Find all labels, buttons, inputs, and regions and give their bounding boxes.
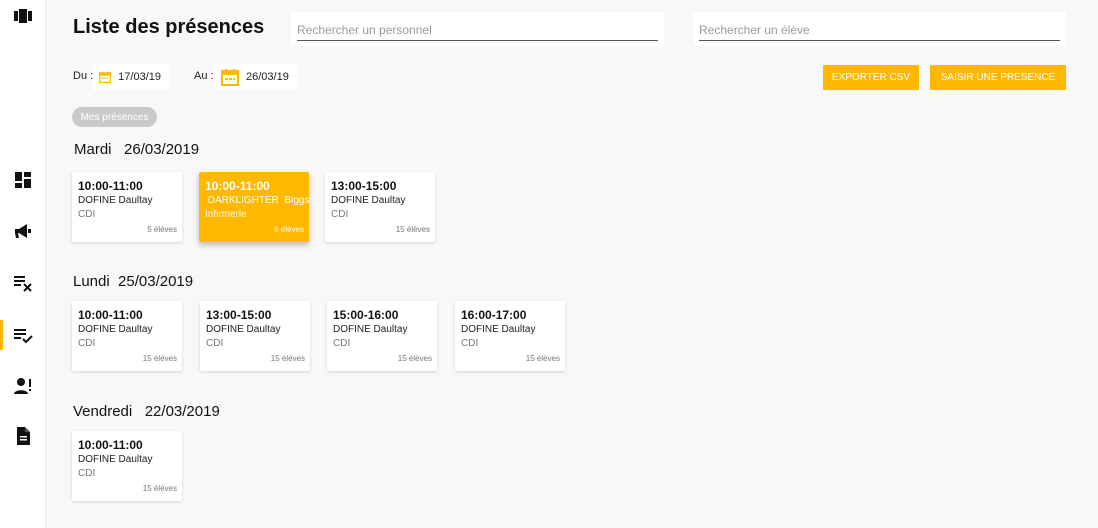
card-name: DARKLIGHTER Biggs (205, 195, 310, 206)
card-time: 13:00-15:00 (206, 308, 272, 322)
personnel-search-input[interactable] (297, 20, 658, 41)
card-count: 15 élèves (395, 225, 430, 234)
card-time: 10:00-11:00 (205, 179, 270, 193)
presence-card[interactable]: 10:00-11:00 DOFINE Daultay CDI 15 élèves (72, 301, 182, 371)
from-date-label: Du : (73, 70, 94, 82)
from-date-value: 17/03/19 (118, 71, 161, 83)
card-count: 15 élèves (142, 484, 177, 493)
card-name: DOFINE Daultay (333, 324, 408, 335)
presence-card[interactable]: 15:00-16:00 DOFINE Daultay CDI 15 élèves (327, 301, 437, 371)
document-icon[interactable] (0, 420, 45, 452)
card-time: 10:00-11:00 (78, 308, 143, 322)
to-date-picker[interactable]: 26/03/19 (215, 64, 297, 90)
card-count: 15 élèves (525, 354, 560, 363)
presence-card-highlighted[interactable]: 10:00-11:00 DARKLIGHTER Biggs Infirmerie… (199, 172, 309, 242)
day-title: Mardi 26/03/2019 (74, 141, 200, 158)
add-presence-button[interactable]: SAISIR UNE PRESENCE (930, 65, 1066, 90)
card-time: 10:00-11:00 (78, 179, 143, 193)
calendar-icon (99, 71, 112, 84)
card-name: DOFINE Daultay (78, 454, 153, 465)
day-title: Vendredi 22/03/2019 (73, 403, 220, 420)
card-place: CDI (331, 209, 349, 220)
calendar-icon (221, 69, 239, 86)
card-count: 15 élèves (397, 354, 432, 363)
card-count: 5 élèves (147, 225, 177, 234)
card-time: 13:00-15:00 (331, 179, 397, 193)
to-date-value: 26/03/19 (246, 71, 289, 83)
card-place: CDI (78, 468, 96, 479)
card-place: Infirmerie (205, 209, 247, 220)
to-date-label: Au : (194, 70, 214, 82)
card-time: 16:00-17:00 (461, 308, 527, 322)
card-name: DOFINE Daultay (461, 324, 536, 335)
presence-card[interactable]: 10:00-11:00 DOFINE Daultay CDI 15 élèves (72, 431, 182, 501)
day-title: Lundi 25/03/2019 (73, 273, 194, 290)
card-time: 10:00-11:00 (78, 438, 143, 452)
page-title: Liste des présences (73, 16, 265, 38)
card-place: CDI (78, 338, 96, 349)
card-count: 6 élèves (274, 225, 304, 234)
presence-card[interactable]: 13:00-15:00 DOFINE Daultay CDI 15 élèves (325, 172, 435, 242)
presence-card[interactable]: 13:00-15:00 DOFINE Daultay CDI 15 élèves (200, 301, 310, 371)
presence-card[interactable]: 16:00-17:00 DOFINE Daultay CDI 15 élèves (455, 301, 565, 371)
dashboard-icon[interactable] (0, 164, 45, 196)
card-place: CDI (206, 338, 224, 349)
card-place: CDI (78, 209, 96, 220)
card-place: CDI (461, 338, 479, 349)
megaphone-icon[interactable] (0, 215, 45, 247)
list-remove-icon[interactable] (0, 266, 45, 298)
list-check-icon[interactable] (0, 319, 45, 351)
card-count: 15 élèves (142, 354, 177, 363)
card-time: 15:00-16:00 (333, 308, 399, 322)
sidebar (0, 0, 46, 528)
presence-card[interactable]: 10:00-11:00 DOFINE Daultay CDI 5 élèves (72, 172, 182, 242)
export-csv-button[interactable]: EXPORTER CSV (823, 65, 919, 90)
eleve-search (693, 12, 1066, 46)
card-place: CDI (333, 338, 351, 349)
logo-icon[interactable] (0, 0, 45, 32)
my-presences-chip[interactable]: Mes présences (72, 107, 157, 127)
personnel-search (291, 12, 664, 46)
card-name: DOFINE Daultay (78, 324, 153, 335)
person-alert-icon[interactable] (0, 370, 45, 402)
card-name: DOFINE Daultay (331, 195, 406, 206)
eleve-search-input[interactable] (699, 20, 1060, 41)
card-name: DOFINE Daultay (78, 195, 153, 206)
card-name: DOFINE Daultay (206, 324, 281, 335)
from-date-picker[interactable]: 17/03/19 (93, 64, 169, 90)
card-count: 15 élèves (270, 354, 305, 363)
